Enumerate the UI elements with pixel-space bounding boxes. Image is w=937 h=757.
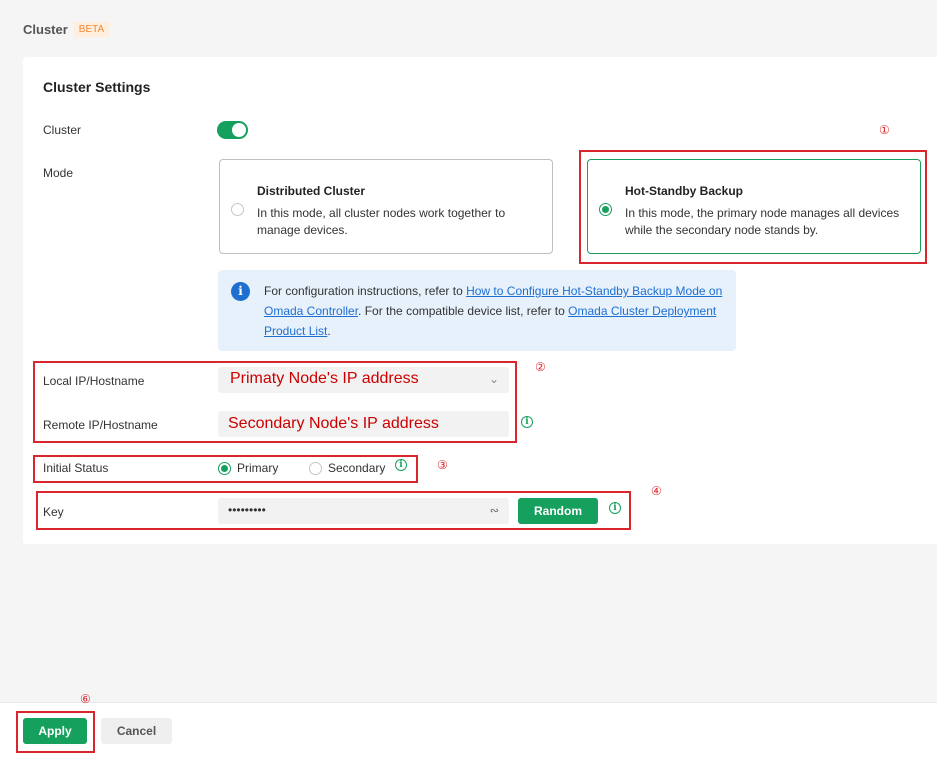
cluster-toggle[interactable] bbox=[217, 121, 248, 139]
distributed-radio[interactable] bbox=[231, 203, 244, 216]
annotation-box-2 bbox=[33, 361, 517, 443]
info-text-part: For configuration instructions, refer to bbox=[264, 284, 467, 298]
annotation-box-1 bbox=[579, 150, 927, 264]
annotation-box-4 bbox=[36, 491, 631, 530]
mode-label: Mode bbox=[43, 166, 74, 180]
info-text-part: . For the compatible device list, refer … bbox=[358, 304, 569, 318]
annotation-box-3 bbox=[33, 455, 418, 483]
remote-ip-info-icon[interactable]: i bbox=[521, 416, 533, 428]
info-text: For configuration instructions, refer to… bbox=[264, 281, 724, 341]
annotation-marker-2: ② bbox=[535, 360, 546, 374]
distributed-title: Distributed Cluster bbox=[257, 184, 366, 198]
page-title: Cluster BETA bbox=[23, 22, 110, 37]
cluster-label: Cluster bbox=[43, 123, 82, 137]
info-notice: i For configuration instructions, refer … bbox=[218, 270, 736, 351]
annotation-marker-3: ③ bbox=[437, 458, 448, 472]
page-title-text: Cluster bbox=[23, 22, 68, 37]
apply-button[interactable]: Apply bbox=[23, 718, 87, 744]
distributed-description: In this mode, all cluster nodes work tog… bbox=[257, 206, 506, 237]
annotation-marker-6: ⑥ bbox=[80, 692, 91, 706]
mode-option-distributed[interactable]: Distributed Cluster In this mode, all cl… bbox=[219, 159, 553, 254]
info-text-part: . bbox=[327, 324, 331, 338]
info-icon: i bbox=[231, 282, 250, 301]
beta-badge: BETA bbox=[73, 22, 110, 37]
annotation-marker-4: ④ bbox=[651, 484, 662, 498]
cancel-button[interactable]: Cancel bbox=[101, 718, 172, 744]
section-title: Cluster Settings bbox=[43, 79, 151, 95]
annotation-marker-1: ① bbox=[879, 123, 890, 137]
